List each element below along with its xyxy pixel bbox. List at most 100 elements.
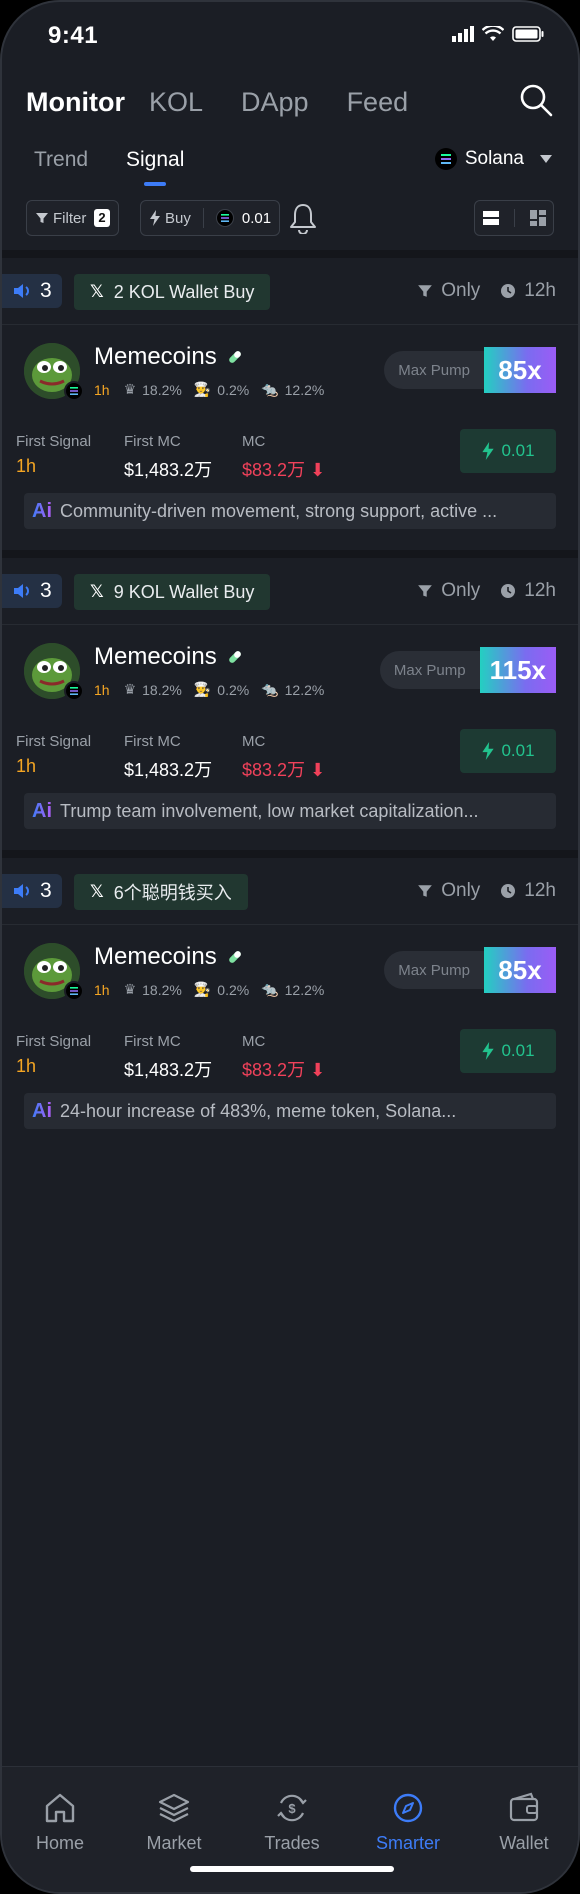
tab-dapp[interactable]: DApp [241, 87, 309, 118]
solana-icon [64, 981, 84, 1001]
filter-button[interactable]: Filter 2 [26, 200, 119, 236]
lightning-icon [482, 442, 495, 460]
tab-monitor[interactable]: Monitor [26, 87, 125, 118]
card-body: Memecoins 1h ♛ 18.2% 👨‍🍳 0.2% 🐀 12.2% Max P… [2, 624, 578, 850]
funnel-icon [36, 213, 48, 223]
home-icon [45, 1793, 75, 1823]
kol-buy-tag[interactable]: 𝕏 2 KOL Wallet Buy [74, 274, 271, 310]
funnel-icon[interactable] [417, 883, 433, 899]
ai-summary-text: 24-hour increase of 483%, meme token, So… [60, 1100, 457, 1121]
kol-buy-tag[interactable]: 𝕏 6个聪明钱买入 [74, 874, 248, 910]
x-logo-icon: 𝕏 [90, 882, 104, 901]
buy-amount: 0.01 [241, 209, 272, 227]
ai-summary[interactable]: Ai 24-hour increase of 483%, meme token,… [24, 1093, 556, 1129]
signal-card[interactable]: 3 𝕏 2 KOL Wallet Buy Only 12h Memecoins … [2, 250, 578, 550]
token-avatar [24, 343, 84, 401]
rat-icon: 🐀 [261, 681, 279, 697]
tab-trades[interactable]: $ Trades [242, 1789, 342, 1854]
first-mc-stat: First MC $1,483.2万 [124, 1033, 213, 1080]
chain-selector[interactable]: Solana [434, 148, 554, 170]
kol-buy-tag[interactable]: 𝕏 9 KOL Wallet Buy [74, 574, 271, 610]
quick-buy-button[interactable]: 0.01 [460, 1029, 556, 1073]
card-header: 3 𝕏 2 KOL Wallet Buy Only 12h [2, 250, 578, 324]
ai-summary[interactable]: Ai Trump team involvement, low market ca… [24, 793, 556, 829]
token-name[interactable]: Memecoins [94, 943, 243, 971]
max-pump-value: 85x [484, 947, 556, 993]
bell-icon[interactable] [288, 202, 318, 234]
tab-trend[interactable]: Trend [34, 148, 88, 172]
token-name[interactable]: Memecoins [94, 343, 243, 371]
dollar-swap-icon: $ [277, 1794, 307, 1822]
tab-wallet[interactable]: Wallet [474, 1789, 574, 1854]
list-view-icon[interactable] [482, 210, 499, 226]
speaker-count: 3 [40, 879, 52, 902]
only-label[interactable]: Only [441, 880, 480, 902]
token-age: 1h [94, 981, 110, 998]
card-body: Memecoins 1h ♛ 18.2% 👨‍🍳 0.2% 🐀 12.2% Max P… [2, 324, 578, 550]
rat-stat: 12.2% [284, 981, 325, 998]
active-tab-underline [144, 182, 167, 186]
first-signal-stat: First Signal 1h [16, 1033, 92, 1076]
card-header: 3 𝕏 9 KOL Wallet Buy Only 12h [2, 550, 578, 624]
search-icon[interactable] [518, 82, 554, 118]
x-logo-icon: 𝕏 [90, 582, 104, 601]
signal-feed: 3 𝕏 2 KOL Wallet Buy Only 12h Memecoins … [2, 250, 578, 1150]
time-label: 12h [524, 280, 556, 301]
funnel-icon[interactable] [417, 583, 433, 599]
card-body: Memecoins 1h ♛ 18.2% 👨‍🍳 0.2% 🐀 12.2% Max P… [2, 924, 578, 1150]
grid-view-icon[interactable] [529, 210, 546, 226]
filter-row: Filter 2 Buy 0.01 [26, 200, 554, 236]
view-toggle[interactable] [474, 200, 554, 236]
ai-summary[interactable]: Ai Community-driven movement, strong sup… [24, 493, 556, 529]
token-avatar [24, 643, 84, 701]
tab-kol[interactable]: KOL [149, 87, 203, 118]
tab-signal[interactable]: Signal [126, 148, 184, 186]
pill-icon [228, 651, 241, 663]
solana-icon [64, 381, 84, 401]
ai-icon: Ai [32, 799, 52, 822]
token-sub-stats: 1h ♛ 18.2% 👨‍🍳 0.2% 🐀 12.2% [94, 981, 324, 998]
tab-smarter[interactable]: Smarter [358, 1789, 458, 1854]
tab-home[interactable]: Home [10, 1789, 110, 1854]
speaker-count-badge: 3 [2, 574, 62, 608]
tab-feed[interactable]: Feed [347, 87, 409, 118]
signal-card[interactable]: 3 𝕏 9 KOL Wallet Buy Only 12h Memecoins … [2, 550, 578, 850]
solana-icon [215, 209, 234, 227]
arrow-down-icon: ⬇ [310, 460, 326, 480]
only-label[interactable]: Only [441, 280, 480, 302]
top-nav: Monitor KOL DApp Feed [26, 80, 554, 124]
dev-stat: 0.2% [217, 981, 250, 998]
ai-summary-text: Community-driven movement, strong suppor… [60, 500, 498, 521]
kol-buy-label: 9 KOL Wallet Buy [113, 581, 255, 602]
phone-screen: 9:41 Monitor KOL DApp Feed Trend Signal … [0, 0, 580, 1894]
signal-card[interactable]: 3 𝕏 6个聪明钱买入 Only 12h Memecoins 1h ♛ 18.2… [2, 850, 578, 1150]
card-meta: Only 12h [417, 880, 556, 902]
chain-label: Solana [464, 148, 524, 169]
sub-tabs: Trend Signal Solana [34, 148, 554, 188]
time-label: 12h [524, 580, 556, 601]
filter-label: Filter [53, 209, 87, 227]
chef-icon: 👨‍🍳 [193, 381, 212, 397]
quick-buy-button[interactable]: 0.01 [460, 429, 556, 473]
rat-stat: 12.2% [284, 681, 325, 698]
svg-text:$: $ [288, 1801, 296, 1816]
tab-market[interactable]: Market [124, 1789, 224, 1854]
kol-buy-label: 6个聪明钱买入 [113, 883, 232, 903]
funnel-icon[interactable] [417, 283, 433, 299]
quick-buy-button[interactable]: 0.01 [460, 729, 556, 773]
crown-icon: ♛ [123, 681, 137, 697]
rat-icon: 🐀 [261, 981, 279, 997]
token-avatar [24, 943, 84, 1001]
toggle-divider [513, 209, 515, 227]
status-time: 9:41 [48, 22, 99, 49]
only-label[interactable]: Only [441, 580, 480, 602]
arrow-down-icon: ⬇ [310, 1060, 326, 1080]
token-name[interactable]: Memecoins [94, 643, 243, 671]
layers-icon [158, 1793, 190, 1823]
holder-stat: 18.2% [142, 981, 182, 998]
token-sub-stats: 1h ♛ 18.2% 👨‍🍳 0.2% 🐀 12.2% [94, 681, 324, 698]
quick-buy-chip[interactable]: Buy 0.01 [140, 200, 281, 236]
buy-label: Buy [165, 209, 191, 227]
ai-summary-text: Trump team involvement, low market capit… [60, 800, 479, 821]
first-signal-stat: First Signal 1h [16, 433, 92, 476]
